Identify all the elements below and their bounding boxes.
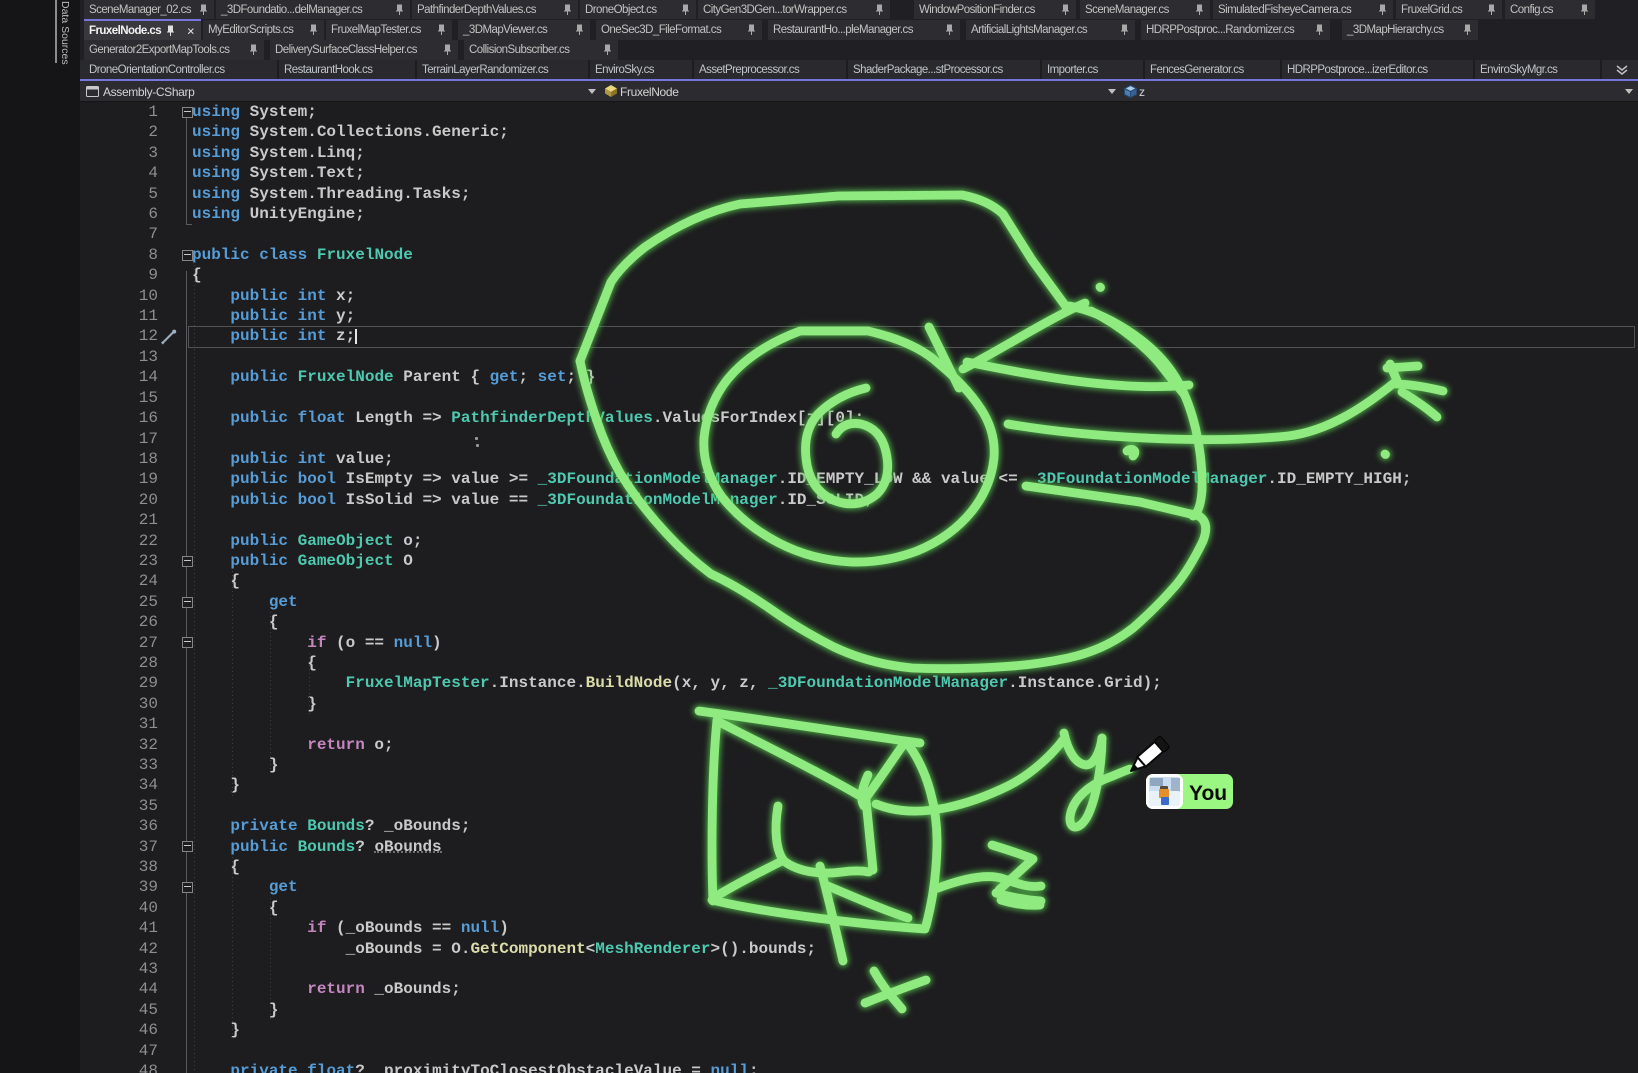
svg-text:You: You (1189, 782, 1227, 805)
